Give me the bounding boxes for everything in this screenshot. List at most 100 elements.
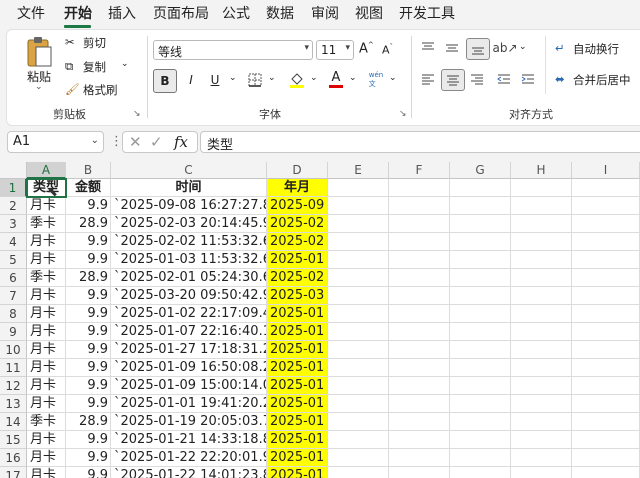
empty-cell[interactable] xyxy=(511,341,572,359)
align-left-button[interactable] xyxy=(419,70,437,88)
column-header-e[interactable]: E xyxy=(328,162,389,179)
column-header-h[interactable]: H xyxy=(511,162,572,179)
wrap-text-button[interactable]: 自动换行 xyxy=(573,41,619,57)
empty-cell[interactable] xyxy=(572,251,640,269)
row-header-2[interactable]: 2 xyxy=(0,197,27,215)
empty-cell[interactable] xyxy=(389,305,450,323)
empty-cell[interactable] xyxy=(511,359,572,377)
fill-color-button[interactable] xyxy=(287,70,307,90)
empty-cell[interactable] xyxy=(389,413,450,431)
row-header-1[interactable]: 1 xyxy=(0,179,27,197)
empty-cell[interactable] xyxy=(572,287,640,305)
empty-cell[interactable] xyxy=(389,179,450,197)
cell-amount[interactable]: 9.9 xyxy=(66,449,111,467)
empty-cell[interactable] xyxy=(328,323,389,341)
empty-cell[interactable] xyxy=(389,359,450,377)
cell-year-month[interactable]: 2025-01 xyxy=(267,377,328,395)
row-header-17[interactable]: 17 xyxy=(0,467,27,478)
empty-cell[interactable] xyxy=(389,269,450,287)
align-right-button[interactable] xyxy=(468,70,486,88)
decrease-indent-button[interactable] xyxy=(495,70,513,88)
menu-file[interactable]: 文件 xyxy=(17,6,45,22)
decrease-font-icon[interactable]: Aˇ xyxy=(382,43,393,57)
empty-cell[interactable] xyxy=(328,305,389,323)
empty-cell[interactable] xyxy=(511,197,572,215)
empty-cell[interactable] xyxy=(511,287,572,305)
menu-page-layout[interactable]: 页面布局 xyxy=(153,6,209,22)
empty-cell[interactable] xyxy=(572,449,640,467)
empty-cell[interactable] xyxy=(328,395,389,413)
row-header-10[interactable]: 10 xyxy=(0,341,27,359)
cell-type[interactable]: 季卡 xyxy=(27,269,66,287)
cell-amount[interactable]: 9.9 xyxy=(66,251,111,269)
empty-cell[interactable] xyxy=(511,323,572,341)
empty-cell[interactable] xyxy=(328,359,389,377)
empty-cell[interactable] xyxy=(389,233,450,251)
cell-type[interactable]: 月卡 xyxy=(27,359,66,377)
menu-home[interactable]: 开始 xyxy=(64,6,92,22)
empty-cell[interactable] xyxy=(572,431,640,449)
clipboard-launcher-icon[interactable]: ↘ xyxy=(133,109,141,119)
orientation-icon[interactable]: ab↗ xyxy=(492,38,517,58)
row-header-3[interactable]: 3 xyxy=(0,215,27,233)
cell-type[interactable]: 月卡 xyxy=(27,341,66,359)
cell-time[interactable]: `2025-01-21 14:33:18.867 xyxy=(111,431,267,449)
cell-year-month[interactable]: 2025-02 xyxy=(267,233,328,251)
cell-amount[interactable]: 9.9 xyxy=(66,377,111,395)
empty-cell[interactable] xyxy=(389,215,450,233)
empty-cell[interactable] xyxy=(450,467,511,478)
column-header-c[interactable]: C xyxy=(111,162,267,179)
empty-cell[interactable] xyxy=(450,413,511,431)
spreadsheet-grid[interactable]: A B C D E F G H I 1 类型 金额 时间 年月 2 月卡 9.9 `2025-09-08 16:2… xyxy=(0,162,640,478)
cell-time[interactable]: `2025-01-03 11:53:32.653 xyxy=(111,251,267,269)
empty-cell[interactable] xyxy=(572,413,640,431)
row-header-5[interactable]: 5 xyxy=(0,251,27,269)
cell-time[interactable]: `2025-09-08 16:27:27.867 xyxy=(111,197,267,215)
column-header-g[interactable]: G xyxy=(450,162,511,179)
empty-cell[interactable] xyxy=(450,197,511,215)
phonetic-button[interactable]: wén 文 xyxy=(367,68,385,92)
empty-cell[interactable] xyxy=(328,251,389,269)
cell-year-month[interactable]: 2025-09 xyxy=(267,197,328,215)
empty-cell[interactable] xyxy=(450,215,511,233)
align-center-button[interactable] xyxy=(441,69,465,91)
menu-data[interactable]: 数据 xyxy=(266,6,294,22)
empty-cell[interactable] xyxy=(328,467,389,478)
empty-cell[interactable] xyxy=(389,197,450,215)
column-header-b[interactable]: B xyxy=(66,162,111,179)
cell-year-month[interactable]: 2025-01 xyxy=(267,251,328,269)
cell-time[interactable]: `2025-02-03 20:14:45.933 xyxy=(111,215,267,233)
cell-time[interactable]: `2025-01-02 22:17:09.461 xyxy=(111,305,267,323)
cell-amount[interactable]: 9.9 xyxy=(66,287,111,305)
cell-year-month[interactable]: 2025-01 xyxy=(267,395,328,413)
italic-button[interactable]: I xyxy=(182,70,200,90)
cell-type[interactable]: 月卡 xyxy=(27,395,66,413)
empty-cell[interactable] xyxy=(511,251,572,269)
cell-time[interactable]: `2025-01-07 22:16:40.187 xyxy=(111,323,267,341)
cell-type[interactable]: 月卡 xyxy=(27,377,66,395)
empty-cell[interactable] xyxy=(511,179,572,197)
empty-cell[interactable] xyxy=(450,305,511,323)
cell-amount[interactable]: 9.9 xyxy=(66,359,111,377)
cell-type[interactable]: 月卡 xyxy=(27,233,66,251)
empty-cell[interactable] xyxy=(328,233,389,251)
cell-time[interactable]: `2025-02-01 05:24:30.678 xyxy=(111,269,267,287)
header-cell-time[interactable]: 时间 xyxy=(111,179,267,197)
empty-cell[interactable] xyxy=(328,377,389,395)
font-name-combo[interactable]: 等线 ▾ xyxy=(153,40,313,60)
cell-amount[interactable]: 9.9 xyxy=(66,467,111,478)
empty-cell[interactable] xyxy=(328,215,389,233)
font-size-combo[interactable]: 11 ▾ xyxy=(316,40,354,60)
empty-cell[interactable] xyxy=(572,323,640,341)
empty-cell[interactable] xyxy=(450,395,511,413)
cell-time[interactable]: `2025-01-09 15:00:14.089 xyxy=(111,377,267,395)
format-painter-button[interactable]: 格式刷 xyxy=(83,82,118,98)
align-top-button[interactable] xyxy=(419,39,437,57)
cell-amount[interactable]: 9.9 xyxy=(66,395,111,413)
cell-amount[interactable]: 28.9 xyxy=(66,413,111,431)
cell-year-month[interactable]: 2025-01 xyxy=(267,413,328,431)
increase-indent-button[interactable] xyxy=(519,70,537,88)
phonetic-dropdown-icon[interactable]: ⌄ xyxy=(389,73,397,83)
empty-cell[interactable] xyxy=(389,323,450,341)
column-header-f[interactable]: F xyxy=(389,162,450,179)
